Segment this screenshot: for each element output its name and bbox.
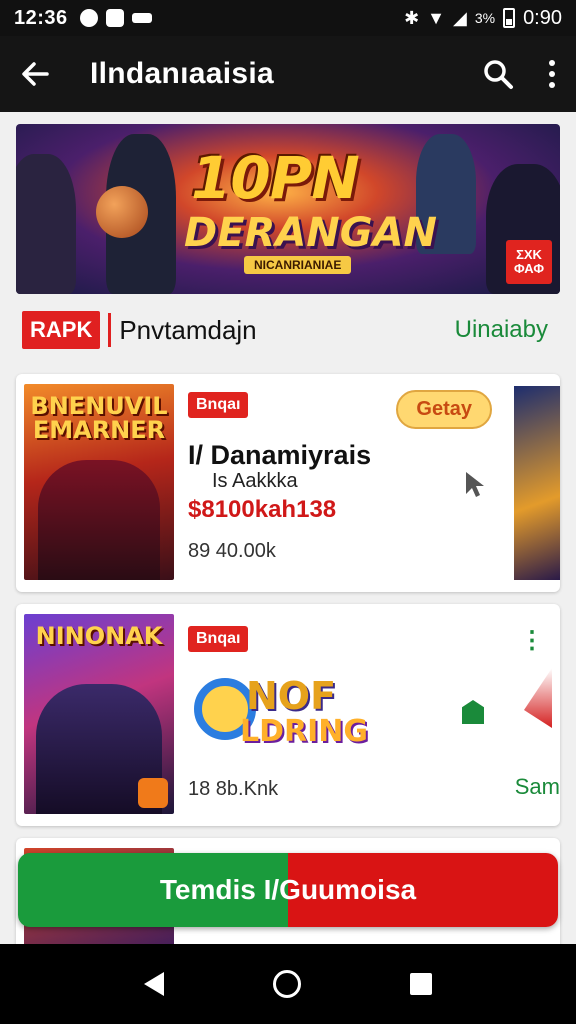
logo-line-1: NOF (246, 674, 337, 718)
app-thumbnail: BNENUVIL EMARNER (24, 384, 174, 580)
battery-percent: 3% (474, 10, 496, 26)
install-cta-button[interactable]: Temdis I/Guumoisa (18, 853, 558, 927)
see-all-link[interactable]: Uinaiaby (455, 316, 548, 344)
app-card[interactable]: NINONAK Bnqaı NOF LDRING 18 8b.Knk ⋮ Sam (16, 604, 560, 826)
app-price: $8100kah138 (188, 496, 337, 523)
battery-icon (503, 8, 516, 28)
app-meta: 18 8b.Knk (188, 778, 279, 800)
divider (108, 313, 112, 347)
status-clock: 0:90 (523, 6, 562, 29)
side-label: Sam (514, 774, 560, 799)
nav-back-icon[interactable] (144, 972, 165, 996)
apk-logo: RAPK (22, 311, 101, 349)
back-arrow-icon[interactable] (20, 59, 60, 89)
status-right: ✱ ▼ ◢ 3% 0:90 (404, 7, 562, 30)
next-app-thumbnail[interactable] (514, 386, 560, 580)
app-thumbnail: NINONAK (24, 614, 174, 814)
app-notification-icon (105, 9, 124, 27)
page-title: Ilndanıaaisia (90, 57, 274, 90)
wifi-icon: ▼ (427, 7, 445, 28)
app-name: I/ Danamiyrais (188, 440, 372, 470)
get-button[interactable]: Getay (396, 390, 492, 429)
more-options-icon[interactable] (548, 59, 556, 89)
app-card[interactable]: BNENUVIL EMARNER Bnqaı Getay I/ Danamiyr… (16, 374, 560, 592)
game-controller-icon (138, 778, 168, 808)
notification-icons (79, 9, 152, 27)
app-tag: Bnqaı (188, 626, 249, 652)
thumbnail-title: NINONAK (35, 622, 163, 650)
more-options-icon[interactable]: ⋮ (520, 626, 544, 655)
signal-icon: ◢ (452, 7, 467, 28)
thumbnail-title: BNENUVIL EMARNER (30, 392, 168, 444)
main-content[interactable]: 10PN DERANGAN NICANRIANIAE ΣΧΚ ΦΑΦ RAPK … (0, 112, 576, 944)
basketball-icon (96, 186, 148, 238)
notification-icon (79, 9, 98, 27)
app-tag: Bnqaı (188, 392, 249, 418)
app-meta: 89 40.00k (188, 540, 276, 562)
banner-tagline: NICANRIANIAE (244, 256, 352, 274)
logo-line-2: LDRING (240, 714, 369, 749)
bookmark-icon[interactable] (462, 700, 484, 724)
cursor-icon (464, 470, 486, 503)
status-time: 12:36 (14, 6, 68, 29)
promo-banner[interactable]: 10PN DERANGAN NICANRIANIAE ΣΧΚ ΦΑΦ (16, 124, 560, 294)
banner-title: 10PN (191, 144, 360, 212)
system-nav-bar (0, 944, 576, 1024)
status-bar: 12:36 ✱ ▼ ◢ 3% 0:90 (0, 0, 576, 36)
search-icon[interactable] (482, 58, 514, 90)
banner-character-left (16, 154, 76, 294)
app-bar: Ilndanıaaisia (0, 36, 576, 112)
section-title: Pnvtamdajn (119, 314, 257, 345)
app-developer: Is Aakkka (212, 470, 298, 492)
cta-label: Temdis I/Guumoisa (159, 874, 417, 905)
section-header: RAPK Pnvtamdajn Uinaiaby (22, 308, 562, 352)
nav-recents-icon[interactable] (409, 973, 432, 995)
thumbnail-characters (38, 460, 160, 580)
side-art (524, 668, 552, 728)
nav-home-icon[interactable] (272, 970, 301, 998)
game-logo: NOF LDRING (188, 668, 368, 768)
banner-subtitle: DERANGAN (184, 210, 438, 256)
banner-badge: ΣΧΚ ΦΑΦ (506, 240, 552, 284)
message-icon (131, 13, 152, 23)
bluetooth-icon: ✱ (404, 7, 420, 28)
